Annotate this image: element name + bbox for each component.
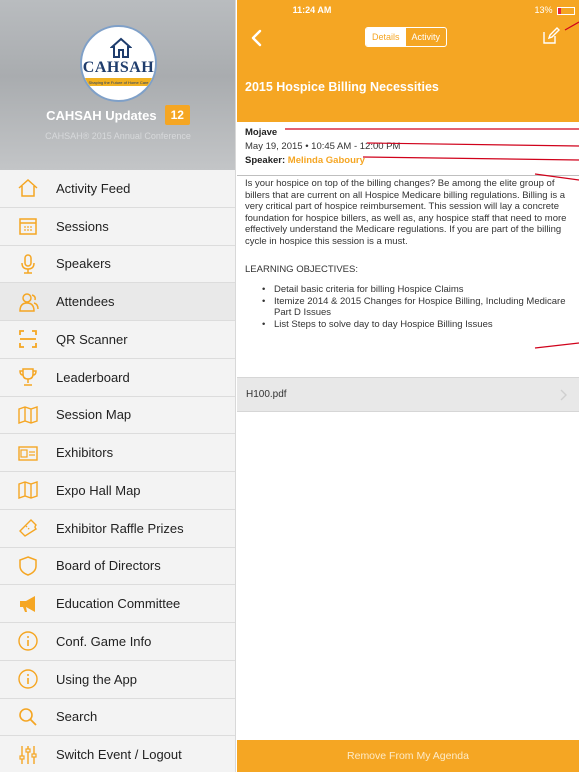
tab-details[interactable]: Details	[366, 28, 406, 46]
sidebar-item-education-committee[interactable]: Education Committee	[0, 585, 235, 623]
info-icon	[0, 661, 56, 698]
sidebar-item-exhibitor-raffle-prizes[interactable]: Exhibitor Raffle Prizes	[0, 509, 235, 548]
objective-item: List Steps to solve day to day Hospice B…	[262, 319, 572, 331]
speaker-row: Speaker: Melinda Gaboury	[245, 154, 579, 167]
tab-activity[interactable]: Activity	[406, 28, 447, 46]
divider	[237, 175, 579, 176]
logo-tagline: Shaping the Future of Home Care	[88, 80, 149, 85]
status-time: 11:24 AM	[292, 5, 332, 15]
sidebar-item-label: Exhibitors	[56, 445, 114, 461]
sliders-icon	[0, 736, 56, 772]
map-icon	[0, 396, 56, 433]
back-chevron-icon[interactable]	[247, 27, 267, 49]
sidebar-item-search[interactable]: Search	[0, 698, 235, 737]
house-logo-icon	[110, 37, 132, 58]
sidebar-menu: Activity Feed Sessions Speakers Attendee…	[0, 170, 235, 772]
sidebar-item-label: Search	[56, 709, 98, 725]
ticket-icon	[0, 510, 56, 547]
trophy-icon	[0, 359, 56, 396]
sidebar-item-label: Conf. Game Info	[56, 633, 152, 649]
qr-scanner-icon	[0, 321, 56, 358]
battery-percent: 13%	[534, 5, 553, 15]
info-icon	[0, 623, 56, 660]
people-icon	[0, 283, 56, 320]
objectives-list: Detail basic criteria for billing Hospic…	[262, 284, 572, 330]
map-icon	[0, 472, 56, 509]
edit-note-icon[interactable]	[541, 26, 561, 46]
sidebar-item-label: Board of Directors	[56, 558, 161, 574]
session-header: 11:24 AM 13% Details Activity 2015 Hospi…	[237, 0, 579, 122]
speaker-label: Speaker:	[245, 155, 286, 166]
objectives-title: LEARNING OBJECTIVES:	[245, 264, 358, 275]
app-title: CAHSAH Updates	[46, 107, 157, 123]
remove-from-agenda-label: Remove From My Agenda	[347, 750, 469, 762]
sidebar-header: CAHSAH Shaping the Future of Home Care C…	[0, 0, 235, 170]
sidebar: CAHSAH Shaping the Future of Home Care C…	[0, 0, 236, 772]
session-detail-panel: 11:24 AM 13% Details Activity 2015 Hospi…	[237, 0, 579, 772]
home-icon	[0, 170, 56, 207]
calendar-icon	[0, 208, 56, 245]
shield-icon	[0, 547, 56, 584]
sidebar-item-session-map[interactable]: Session Map	[0, 396, 235, 435]
sidebar-item-label: Leaderboard	[56, 369, 130, 385]
sidebar-item-activity-feed[interactable]: Activity Feed	[0, 170, 235, 208]
sidebar-item-expo-hall-map[interactable]: Expo Hall Map	[0, 472, 235, 510]
session-datetime: May 19, 2015 • 10:45 AM - 12:00 PM	[245, 141, 401, 152]
sidebar-item-exhibitors[interactable]: Exhibitors	[0, 434, 235, 472]
sidebar-item-label: Exhibitor Raffle Prizes	[56, 520, 184, 536]
session-meta: Mojave May 19, 2015 • 10:45 AM - 12:00 P…	[237, 122, 579, 173]
file-attachment-row[interactable]: H100.pdf	[237, 377, 579, 412]
session-description: Is your hospice on top of the billing ch…	[245, 178, 567, 247]
sidebar-item-label: QR Scanner	[56, 331, 128, 347]
detail-tabs: Details Activity	[365, 27, 448, 47]
sidebar-item-qr-scanner[interactable]: QR Scanner	[0, 321, 235, 359]
sidebar-item-label: Using the App	[56, 671, 137, 687]
sidebar-item-leaderboard[interactable]: Leaderboard	[0, 358, 235, 397]
speaker-link[interactable]: Melinda Gaboury	[288, 155, 365, 166]
cahsah-logo: CAHSAH Shaping the Future of Home Care	[80, 25, 157, 102]
remove-from-agenda-button[interactable]: Remove From My Agenda	[237, 740, 579, 772]
objective-item: Itemize 2014 & 2015 Changes for Hospice …	[262, 296, 572, 319]
file-name: H100.pdf	[246, 389, 287, 400]
status-battery: 13%	[534, 5, 575, 15]
sidebar-item-label: Speakers	[56, 256, 111, 272]
sidebar-item-switch-event-logout[interactable]: Switch Event / Logout	[0, 736, 235, 772]
objective-item: Detail basic criteria for billing Hospic…	[262, 284, 572, 296]
session-location: Mojave	[245, 127, 278, 138]
search-icon	[0, 698, 56, 735]
app-subtitle: CAHSAH® 2015 Annual Conference	[45, 131, 191, 141]
megaphone-icon	[0, 585, 56, 622]
microphone-icon	[0, 245, 56, 282]
sidebar-item-sessions[interactable]: Sessions	[0, 207, 235, 246]
id-card-icon	[0, 434, 56, 471]
sidebar-item-label: Session Map	[56, 407, 132, 423]
logo-text: CAHSAH	[82, 59, 155, 76]
app-title-row: CAHSAH Updates 12	[0, 105, 235, 129]
sidebar-item-speakers[interactable]: Speakers	[0, 245, 235, 284]
sidebar-item-label: Expo Hall Map	[56, 482, 141, 498]
sidebar-item-using-the-app[interactable]: Using the App	[0, 660, 235, 699]
sidebar-item-label: Education Committee	[56, 596, 181, 612]
sidebar-item-label: Activity Feed	[56, 180, 131, 196]
sidebar-item-label: Sessions	[56, 218, 109, 234]
chevron-right-icon	[560, 389, 567, 400]
updates-badge[interactable]: 12	[164, 105, 190, 125]
sidebar-item-label: Attendees	[56, 294, 115, 310]
sidebar-item-board-of-directors[interactable]: Board of Directors	[0, 547, 235, 586]
sidebar-item-attendees[interactable]: Attendees	[0, 283, 235, 321]
sidebar-item-conf-game-info[interactable]: Conf. Game Info	[0, 623, 235, 661]
battery-icon	[557, 6, 575, 15]
sidebar-item-label: Switch Event / Logout	[56, 747, 182, 763]
session-title: 2015 Hospice Billing Necessities	[245, 80, 439, 94]
